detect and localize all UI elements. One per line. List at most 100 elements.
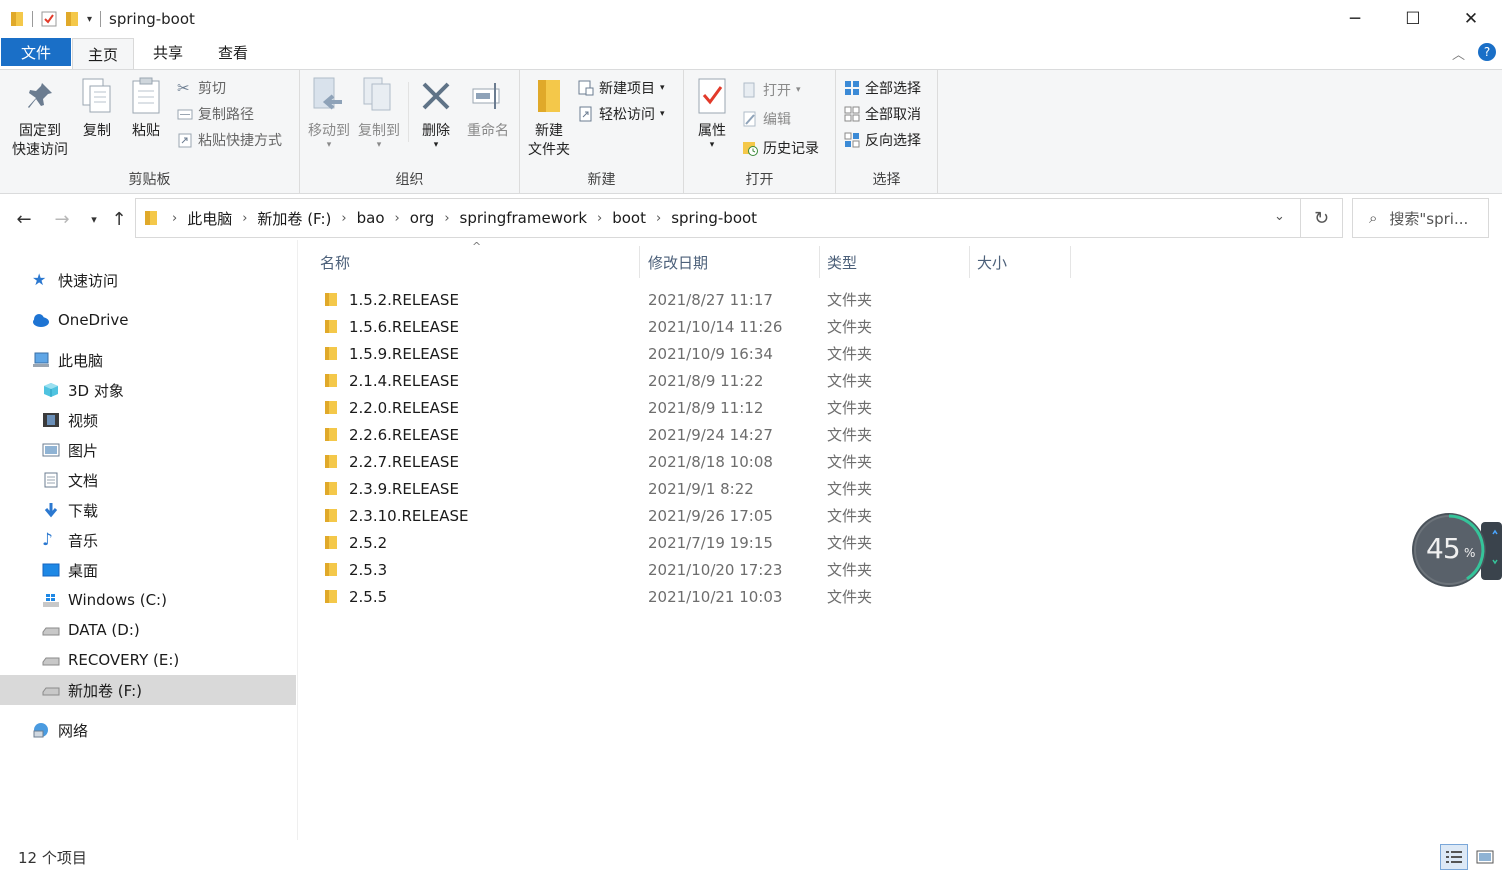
history-button[interactable]: 历史记录 <box>742 136 819 160</box>
breadcrumb-item[interactable]: bao <box>357 209 385 227</box>
breadcrumb-item[interactable]: 新加卷 (F:) <box>257 208 331 229</box>
nav-item-downloads[interactable]: 下载 <box>42 495 98 525</box>
column-divider[interactable] <box>1070 246 1071 278</box>
nav-item-desktop[interactable]: 桌面 <box>42 555 98 585</box>
nav-item-this-pc[interactable]: 此电脑 <box>32 345 103 375</box>
rename-icon <box>472 83 500 109</box>
nav-item-documents[interactable]: 文档 <box>42 465 98 495</box>
column-header-size[interactable]: 大小 <box>977 246 1007 278</box>
nav-item-drive-c[interactable]: Windows (C:) <box>42 585 167 615</box>
nav-item-videos[interactable]: 视频 <box>42 405 98 435</box>
table-row[interactable]: 2.2.6.RELEASE 2021/9/24 14:27 文件夹 <box>318 421 878 448</box>
collapse-ribbon-chevron-icon[interactable]: ︿ <box>1452 44 1465 63</box>
nav-item-network[interactable]: 网络 <box>32 715 88 745</box>
details-view-button[interactable] <box>1440 844 1468 870</box>
window-title: spring-boot <box>109 10 195 28</box>
paste-shortcut-button[interactable]: 粘贴快捷方式 <box>177 128 282 152</box>
cut-button[interactable]: ✂ 剪切 <box>177 76 226 100</box>
column-divider[interactable] <box>969 246 970 278</box>
rename-label: 重命名 <box>467 123 509 139</box>
open-button[interactable]: 打开 ▾ <box>742 78 801 102</box>
column-header-type[interactable]: 类型 <box>827 246 857 278</box>
maximize-button[interactable]: ☐ <box>1384 0 1442 38</box>
nav-item-drive-f[interactable]: 新加卷 (F:) <box>0 675 296 705</box>
column-divider[interactable] <box>639 246 640 278</box>
tab-home[interactable]: 主页 <box>72 38 134 70</box>
breadcrumb-item[interactable]: spring-boot <box>671 209 757 227</box>
breadcrumb-separator-icon[interactable]: › <box>656 211 661 226</box>
nav-item-quick-access[interactable]: ★ 快速访问 <box>32 265 118 295</box>
column-divider[interactable] <box>819 246 820 278</box>
new-folder-button[interactable]: 新建 文件夹 <box>526 76 572 160</box>
move-to-button[interactable]: 移动到 ▾ <box>306 76 352 150</box>
column-header-modified[interactable]: 修改日期 <box>648 246 708 278</box>
organize-group: 移动到 ▾ 复制到 ▾ 删除 ▾ 重命名 组织 <box>300 70 520 193</box>
copy-button[interactable]: 复制 <box>78 76 116 141</box>
nav-item-pictures[interactable]: 图片 <box>42 435 98 465</box>
table-row[interactable]: 2.2.0.RELEASE 2021/8/9 11:12 文件夹 <box>318 394 878 421</box>
new-folder-icon[interactable] <box>65 11 79 27</box>
address-bar[interactable]: › 此电脑 › 新加卷 (F:) › bao › org › springfra… <box>135 198 1301 238</box>
breadcrumb-separator-icon[interactable]: › <box>341 211 346 226</box>
new-item-button[interactable]: 新建项目 ▾ <box>578 76 665 100</box>
download-arrow-icon <box>44 503 58 518</box>
breadcrumb-separator-icon[interactable]: › <box>172 211 177 226</box>
copy-to-button[interactable]: 复制到 ▾ <box>356 76 402 150</box>
minimize-button[interactable]: ─ <box>1326 0 1384 38</box>
title-bar: ▾ spring-boot ─ ☐ ✕ <box>0 0 1502 38</box>
table-row[interactable]: 1.5.9.RELEASE 2021/10/9 16:34 文件夹 <box>318 340 878 367</box>
search-input[interactable]: ⌕ 搜索"spri... <box>1352 198 1489 238</box>
close-button[interactable]: ✕ <box>1442 0 1500 38</box>
tab-share[interactable]: 共享 <box>138 38 198 66</box>
column-header-name[interactable]: 名称 <box>320 246 350 278</box>
select-all-button[interactable]: 全部选择 <box>844 76 921 100</box>
back-arrow-icon[interactable]: ← <box>10 204 38 234</box>
breadcrumb-separator-icon[interactable]: › <box>597 211 602 226</box>
breadcrumb-separator-icon[interactable]: › <box>395 211 400 226</box>
forward-arrow-icon[interactable]: → <box>48 204 76 234</box>
table-row[interactable]: 2.5.2 2021/7/19 19:15 文件夹 <box>318 529 878 556</box>
nav-item-onedrive[interactable]: OneDrive <box>30 305 129 335</box>
large-icons-view-button[interactable] <box>1472 844 1498 870</box>
breadcrumb-item[interactable]: boot <box>612 209 646 227</box>
folder-icon <box>325 374 337 387</box>
edit-button[interactable]: 编辑 <box>742 107 791 131</box>
table-row[interactable]: 2.3.9.RELEASE 2021/9/1 8:22 文件夹 <box>318 475 878 502</box>
table-row[interactable]: 2.5.3 2021/10/20 17:23 文件夹 <box>318 556 878 583</box>
table-row[interactable]: 2.1.4.RELEASE 2021/8/9 11:22 文件夹 <box>318 367 878 394</box>
table-row[interactable]: 2.2.7.RELEASE 2021/8/18 10:08 文件夹 <box>318 448 878 475</box>
table-row[interactable]: 2.5.5 2021/10/21 10:03 文件夹 <box>318 583 878 610</box>
table-row[interactable]: 2.3.10.RELEASE 2021/9/26 17:05 文件夹 <box>318 502 878 529</box>
pin-quick-access-button[interactable]: 固定到 快速访问 <box>8 76 72 160</box>
nav-item-3d-objects[interactable]: 3D 对象 <box>42 375 124 405</box>
breadcrumb-separator-icon[interactable]: › <box>444 211 449 226</box>
up-arrow-icon[interactable]: ↑ <box>105 204 133 234</box>
rename-button[interactable]: 重命名 <box>462 76 514 141</box>
recent-locations-chevron-icon[interactable]: ▾ <box>80 204 108 234</box>
customize-toolbar-chevron-icon[interactable]: ▾ <box>87 14 92 25</box>
copy-path-button[interactable]: 复制路径 <box>177 102 254 126</box>
nav-item-drive-d[interactable]: DATA (D:) <box>42 615 140 645</box>
nav-item-drive-e[interactable]: RECOVERY (E:) <box>42 645 179 675</box>
easy-access-button[interactable]: 轻松访问 ▾ <box>578 102 665 126</box>
select-none-button[interactable]: 全部取消 <box>844 102 921 126</box>
breadcrumb-separator-icon[interactable]: › <box>242 211 247 226</box>
invert-selection-button[interactable]: 反向选择 <box>844 128 921 152</box>
help-icon[interactable]: ? <box>1478 43 1496 61</box>
network-speed-widget[interactable]: 45 % <box>1411 512 1502 588</box>
nav-item-label: OneDrive <box>58 311 129 329</box>
nav-item-music[interactable]: ♪ 音乐 <box>42 525 98 555</box>
address-history-chevron-icon[interactable]: ⌄ <box>1274 209 1285 224</box>
table-row[interactable]: 1.5.2.RELEASE 2021/8/27 11:17 文件夹 <box>318 286 878 313</box>
tab-view[interactable]: 查看 <box>202 38 264 66</box>
paste-button[interactable]: 粘贴 <box>126 76 166 141</box>
breadcrumb-item[interactable]: 此电脑 <box>187 208 232 229</box>
table-row[interactable]: 1.5.6.RELEASE 2021/10/14 11:26 文件夹 <box>318 313 878 340</box>
refresh-icon[interactable]: ↻ <box>1301 198 1343 238</box>
properties-button[interactable]: 属性 ▾ <box>692 76 732 150</box>
breadcrumb-item[interactable]: springframework <box>460 209 587 227</box>
breadcrumb-item[interactable]: org <box>410 209 435 227</box>
delete-button[interactable]: 删除 ▾ <box>416 76 456 150</box>
properties-icon[interactable] <box>41 11 57 27</box>
tab-file[interactable]: 文件 <box>1 38 71 66</box>
